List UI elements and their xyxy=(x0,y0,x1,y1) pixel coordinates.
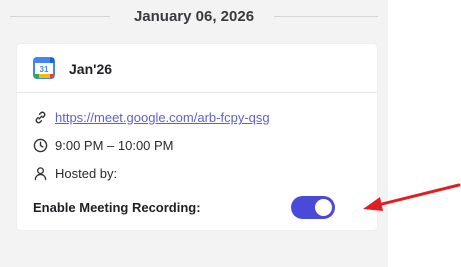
user-icon xyxy=(34,167,47,181)
divider-line xyxy=(274,16,378,17)
divider-line xyxy=(10,16,110,17)
date-heading: January 06, 2026 xyxy=(133,8,255,25)
link-icon xyxy=(35,111,46,124)
toggle-knob xyxy=(315,199,332,216)
recording-label: Enable Meeting Recording: xyxy=(33,200,201,215)
card-divider xyxy=(17,92,377,93)
event-title: Jan'26 xyxy=(69,61,113,77)
calendar-day: 31 xyxy=(40,65,49,74)
google-calendar-icon: 31 xyxy=(33,57,55,79)
event-panel: January 06, 2026 31 Jan'26 https://meet.… xyxy=(0,0,388,267)
recording-toggle[interactable] xyxy=(291,196,335,219)
date-separator: January 06, 2026 xyxy=(0,0,388,36)
event-card[interactable]: 31 Jan'26 https://meet.google.com/arb-fc… xyxy=(17,44,377,230)
clock-icon xyxy=(33,138,48,153)
hosted-by-label: Hosted by: xyxy=(55,166,118,181)
annotation-arrow xyxy=(363,183,461,211)
meeting-time: 9:00 PM – 10:00 PM xyxy=(55,138,174,153)
event-card-header[interactable]: 31 Jan'26 xyxy=(17,44,377,92)
meeting-link[interactable]: https://meet.google.com/arb-fcpy-qsg xyxy=(55,110,270,125)
